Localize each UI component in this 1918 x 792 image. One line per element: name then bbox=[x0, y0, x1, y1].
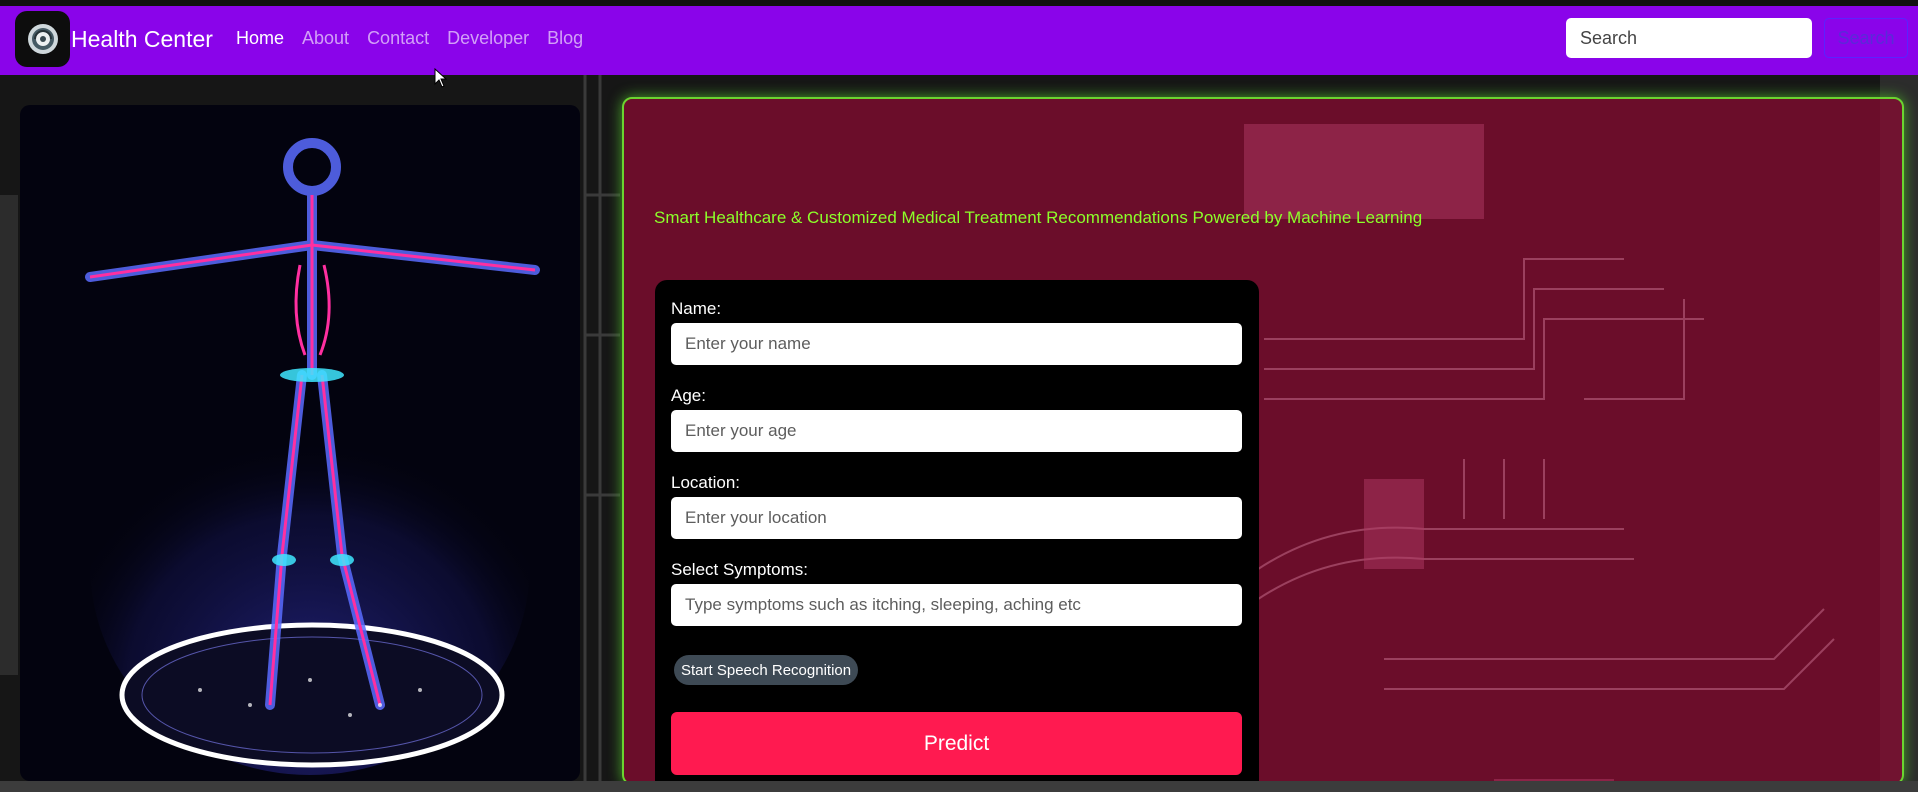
nav-link-contact[interactable]: Contact bbox=[367, 28, 429, 49]
page-bottom-strip bbox=[0, 781, 1918, 792]
navbar: Health Center Home About Contact Develop… bbox=[0, 6, 1918, 75]
name-input[interactable] bbox=[671, 323, 1242, 365]
predict-button[interactable]: Predict bbox=[671, 712, 1242, 775]
speech-recognition-button[interactable]: Start Speech Recognition bbox=[674, 655, 859, 685]
name-label: Name: bbox=[671, 299, 722, 318]
nav-links: Home About Contact Developer Blog bbox=[236, 28, 601, 49]
location-label: Location: bbox=[671, 473, 740, 492]
health-logo-icon[interactable] bbox=[15, 11, 70, 67]
symptoms-label: Select Symptoms: bbox=[671, 560, 808, 579]
hero-tagline: Smart Healthcare & Customized Medical Tr… bbox=[654, 208, 1423, 227]
age-label: Age: bbox=[671, 386, 706, 405]
human-body-hologram bbox=[85, 138, 540, 775]
symptoms-input[interactable] bbox=[671, 584, 1242, 626]
nav-link-blog[interactable]: Blog bbox=[547, 28, 583, 49]
hologram-panel bbox=[20, 105, 580, 781]
search-button[interactable]: Search bbox=[1824, 18, 1908, 58]
mouse-cursor-icon bbox=[434, 68, 448, 88]
nav-link-about[interactable]: About bbox=[302, 28, 349, 49]
search-input[interactable] bbox=[1566, 18, 1812, 58]
nav-link-developer[interactable]: Developer bbox=[447, 28, 529, 49]
brand-name[interactable]: Health Center bbox=[71, 26, 213, 53]
hero-section: Smart Healthcare & Customized Medical Tr… bbox=[0, 75, 1918, 781]
nav-link-home[interactable]: Home bbox=[236, 28, 284, 49]
location-input[interactable] bbox=[671, 497, 1242, 539]
age-input[interactable] bbox=[671, 410, 1242, 452]
